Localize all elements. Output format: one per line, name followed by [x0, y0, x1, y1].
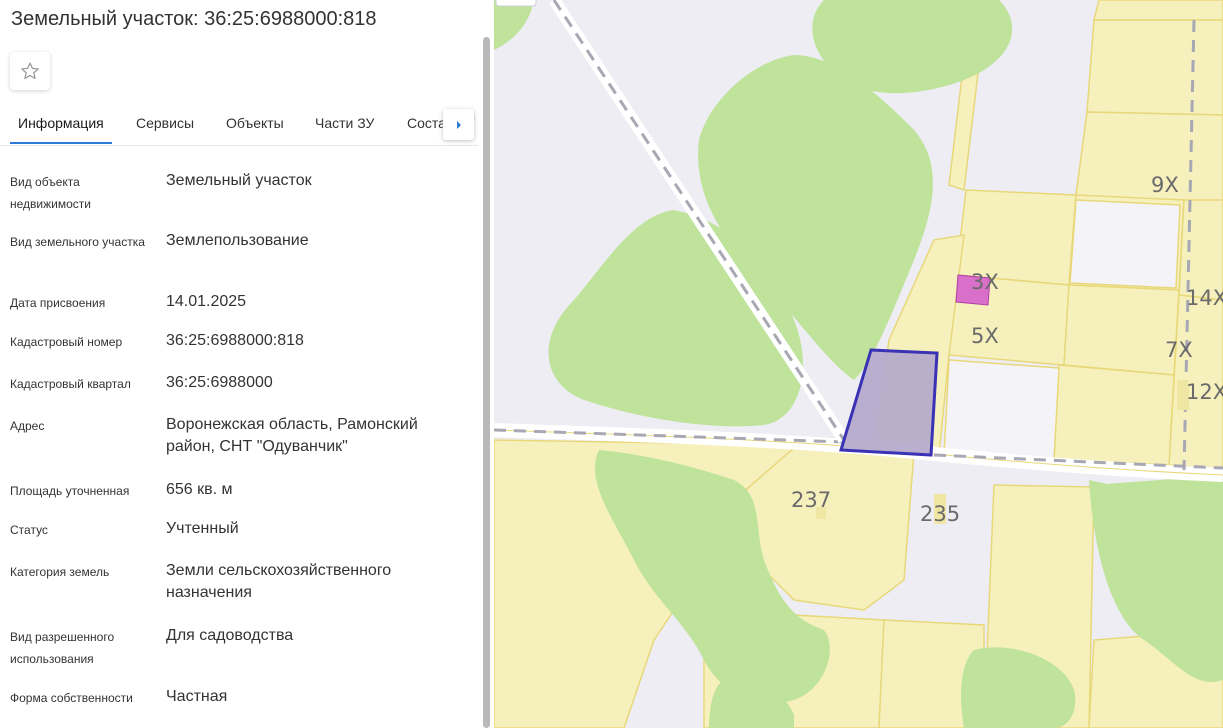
map-zoom-control[interactable]: [495, 0, 537, 7]
label-permitted-use: Вид разрешенного использования: [10, 630, 115, 666]
value-area: 656 кв. м: [166, 481, 233, 498]
label-ownership: Форма собственности: [10, 691, 133, 705]
parcel-label-14x: 14Х: [1186, 286, 1223, 310]
cadastral-map[interactable]: 9Х 3Х 14Х 5Х 7Х 12Х 237 235: [494, 0, 1223, 728]
map-canvas[interactable]: 9Х 3Х 14Х 5Х 7Х 12Х 237 235: [494, 0, 1223, 728]
value-cadastral-number: 36:25:6988000:818: [166, 332, 304, 349]
parcel-label-9x: 9Х: [1151, 173, 1179, 197]
tab-services[interactable]: Сервисы: [136, 115, 194, 131]
scrollbar-thumb[interactable]: [483, 37, 490, 728]
info-panel: Земельный участок: 36:25:6988000:818 Инф…: [0, 0, 494, 728]
value-land-category: Земли сельскохозяйственного назначения: [166, 562, 392, 601]
tab-objects[interactable]: Объекты: [226, 115, 284, 131]
star-outline-icon: [21, 62, 39, 80]
parcel-label-5x: 5Х: [971, 324, 999, 348]
tabs-scroll-right-button[interactable]: [443, 109, 474, 140]
active-tab-indicator: [10, 142, 112, 144]
caret-right-icon: [456, 120, 461, 129]
tab-bar: Информация Сервисы Объекты Части ЗУ Сост…: [0, 104, 478, 146]
value-land-type: Землепользование: [166, 232, 309, 249]
page-title: Земельный участок: 36:25:6988000:818: [11, 8, 377, 30]
label-land-type: Вид земельного участка: [10, 235, 145, 249]
value-status: Учтенный: [166, 520, 239, 537]
value-object-type: Земельный участок: [166, 172, 312, 189]
parcel-label-237: 237: [791, 488, 831, 512]
value-ownership: Частная: [166, 688, 228, 705]
parcel-label-7x: 7Х: [1165, 338, 1193, 362]
tab-information[interactable]: Информация: [18, 115, 104, 131]
label-address: Адрес: [10, 419, 45, 433]
label-cadastral-number: Кадастровый номер: [10, 335, 123, 349]
label-land-category: Категория земель: [10, 565, 110, 579]
parcel-label-235: 235: [920, 502, 960, 526]
label-object-type: Вид объекта недвижимости: [10, 175, 91, 211]
tab-parts[interactable]: Части ЗУ: [315, 115, 374, 131]
value-address: Воронежская область, Рамонский район, СН…: [166, 416, 418, 455]
parcel-label-3x: 3Х: [971, 270, 999, 294]
parcel-label-12x: 12Х: [1186, 380, 1223, 404]
value-cadastral-quarter: 36:25:6988000: [166, 374, 273, 391]
label-area: Площадь уточненная: [10, 484, 130, 498]
label-cadastral-quarter: Кадастровый квартал: [10, 377, 131, 391]
label-status: Статус: [10, 523, 48, 537]
value-permitted-use: Для садоводства: [166, 627, 294, 644]
value-assign-date: 14.01.2025: [166, 293, 247, 310]
favorite-button[interactable]: [10, 52, 50, 90]
label-assign-date: Дата присвоения: [10, 296, 106, 310]
